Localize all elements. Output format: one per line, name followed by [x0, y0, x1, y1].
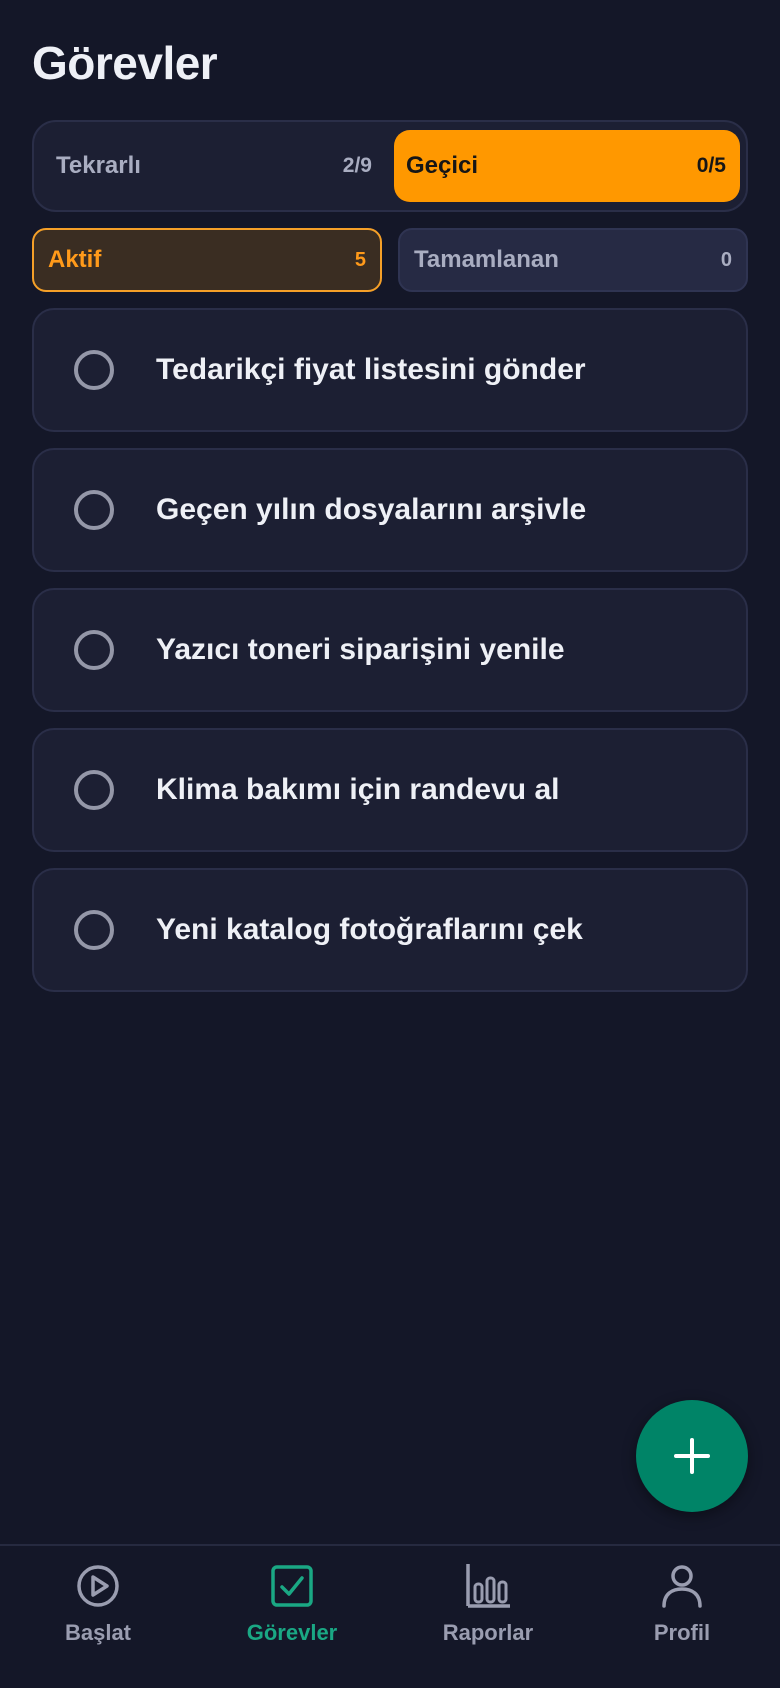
- task-checkbox[interactable]: [74, 770, 114, 810]
- checkbox-icon: [271, 1565, 313, 1607]
- task-type-segmented-control: Tekrarlı 2/9 Geçici 0/5: [32, 120, 748, 212]
- nav-reports[interactable]: Raporlar: [398, 1562, 578, 1674]
- task-title: Yeni katalog fotoğraflarını çek: [156, 913, 583, 946]
- task-checkbox[interactable]: [74, 490, 114, 530]
- segment-temporary-label: Geçici: [406, 152, 479, 179]
- filter-active[interactable]: Aktif 5: [32, 228, 382, 292]
- task-item[interactable]: Yeni katalog fotoğraflarını çek: [32, 868, 748, 992]
- plus-icon: [674, 1438, 710, 1474]
- nav-tasks[interactable]: Görevler: [202, 1562, 382, 1674]
- task-checkbox[interactable]: [74, 630, 114, 670]
- filter-active-label: Aktif: [48, 246, 102, 273]
- nav-start-label: Başlat: [64, 1620, 132, 1645]
- bottom-navigation: Başlat Görevler Raporlar Profil: [0, 1544, 780, 1688]
- task-title: Yazıcı toneri siparişini yenile: [156, 633, 565, 666]
- task-title: Geçen yılın dosyalarını arşivle: [156, 493, 587, 526]
- task-item[interactable]: Yazıcı toneri siparişini yenile: [32, 588, 748, 712]
- page-title: Görevler: [32, 37, 218, 89]
- task-checkbox[interactable]: [74, 350, 114, 390]
- nav-tasks-label: Görevler: [246, 1620, 338, 1645]
- filter-completed-label: Tamamlanan: [414, 246, 559, 273]
- segment-recurring[interactable]: Tekrarlı 2/9: [36, 130, 392, 202]
- nav-start[interactable]: Başlat: [8, 1562, 188, 1674]
- segment-recurring-count: 2/9: [342, 154, 372, 177]
- nav-profile[interactable]: Profil: [592, 1562, 772, 1674]
- task-item[interactable]: Geçen yılın dosyalarını arşivle: [32, 448, 748, 572]
- task-title: Tedarikçi fiyat listesini gönder: [156, 353, 586, 386]
- task-checkbox[interactable]: [74, 910, 114, 950]
- bar-chart-icon: [466, 1564, 510, 1608]
- person-icon: [662, 1565, 702, 1608]
- filter-completed-count: 0: [720, 248, 732, 271]
- tasks-screen: Görevler Tekrarlı 2/9 Geçici 0/5 Aktif 5…: [0, 0, 780, 1688]
- add-task-button[interactable]: [636, 1400, 748, 1512]
- segment-temporary-count: 0/5: [696, 154, 726, 177]
- task-title: Klima bakımı için randevu al: [156, 773, 560, 806]
- task-item[interactable]: Tedarikçi fiyat listesini gönder: [32, 308, 748, 432]
- filter-active-count: 5: [354, 248, 366, 271]
- filter-completed[interactable]: Tamamlanan 0: [398, 228, 748, 292]
- play-circle-icon: [77, 1565, 119, 1607]
- task-item[interactable]: Klima bakımı için randevu al: [32, 728, 748, 852]
- segment-temporary[interactable]: Geçici 0/5: [394, 130, 740, 202]
- segment-recurring-label: Tekrarlı: [56, 152, 141, 179]
- nav-profile-label: Profil: [653, 1620, 711, 1645]
- nav-reports-label: Raporlar: [442, 1620, 534, 1645]
